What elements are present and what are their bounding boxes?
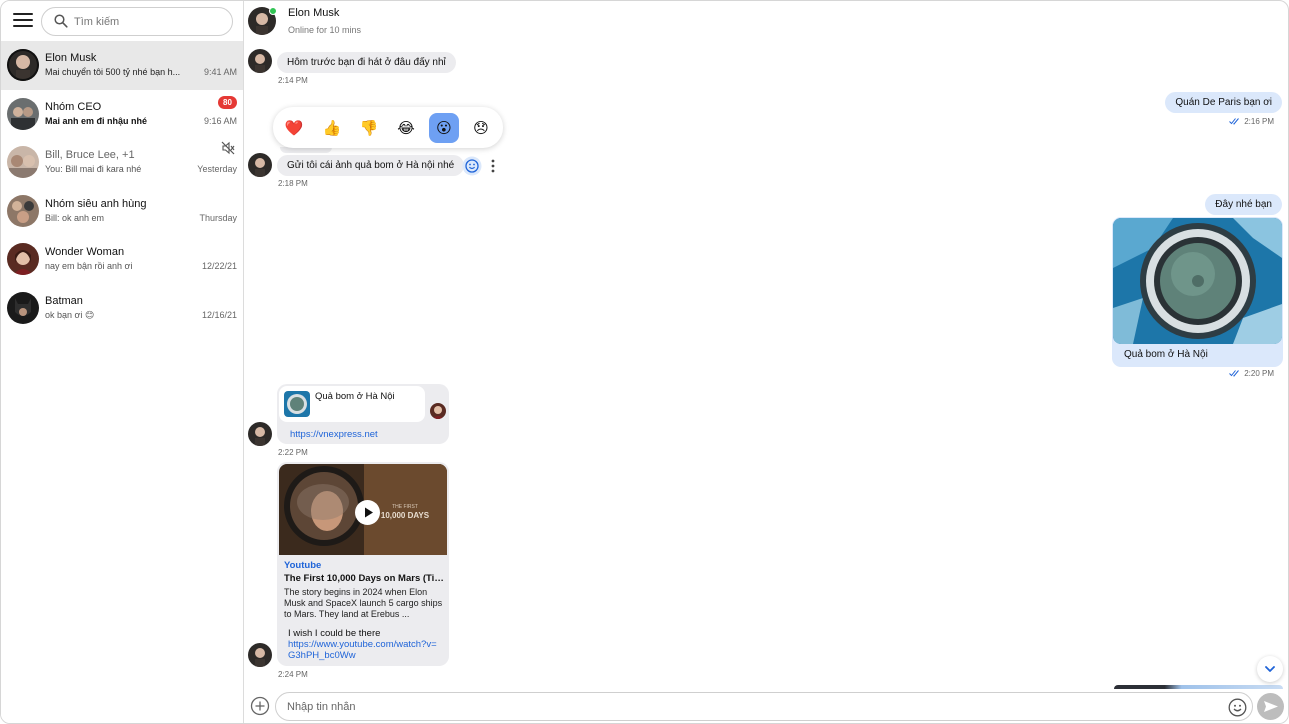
conversation-item[interactable]: Nhóm siêu anh hùng Bill: ok anh em Thurs… (1, 187, 243, 236)
chat-contact-name: Elon Musk (288, 7, 340, 19)
link-title[interactable]: The First 10,000 Days on Mars (Tim... (284, 573, 444, 584)
sidebar: Elon Musk Mai chuyển tôi 500 tỷ nhé bạn … (1, 1, 244, 723)
message-time: 2:14 PM (278, 76, 308, 85)
chat-contact-status: Online for 10 mins (288, 25, 362, 35)
double-check-icon (1229, 118, 1240, 126)
muted-icon (221, 141, 235, 155)
conversation-time: Thursday (199, 212, 237, 223)
search-icon (54, 14, 68, 28)
conversation-preview: Bill: ok anh em (45, 212, 105, 223)
send-icon (1264, 701, 1278, 712)
conversation-preview: Mai chuyển tôi 500 tỷ nhé bạn h... (45, 67, 181, 77)
conversation-item[interactable]: Wonder Woman nay em bận rồi anh ơi 12/22… (1, 235, 243, 284)
play-icon (365, 507, 373, 518)
avatar (7, 194, 39, 227)
video-thumbnail[interactable]: THE FIRST 10,000 DAYS (279, 464, 447, 555)
double-check-icon (1229, 370, 1240, 378)
avatar (248, 422, 272, 446)
conversation-name: Wonder Woman (45, 246, 125, 258)
avatar (7, 243, 39, 275)
thumbs-down-icon[interactable]: 👎 (354, 113, 384, 143)
message-time-label: 2:16 PM (1244, 117, 1274, 126)
avatar (248, 49, 272, 73)
thumbnail-text: 10,000 DAYS (381, 511, 430, 520)
quoted-title: Quả bom ở Hà Nội (315, 391, 395, 402)
message-time-label: 2:20 PM (1244, 369, 1274, 378)
conversation-name: Bill, Bruce Lee, +1 (45, 149, 135, 161)
search-box[interactable] (41, 7, 233, 36)
image-message[interactable]: Quả bom ở Hà Nội (1112, 217, 1283, 367)
thumbnail (284, 391, 310, 417)
message-bubble[interactable]: Đây nhé bạn (1205, 194, 1282, 215)
conversation-item[interactable]: Elon Musk Mai chuyển tôi 500 tỷ nhé bạn … (1, 41, 243, 90)
link-description: The story begins in 2024 when Elon Musk … (284, 587, 443, 619)
message-time: 2:22 PM (278, 448, 308, 457)
heart-icon[interactable]: ❤️ (279, 113, 309, 143)
app-window: Elon Musk Mai chuyển tôi 500 tỷ nhé bạn … (0, 0, 1289, 724)
message-input-box[interactable] (275, 692, 1253, 721)
chevron-down-icon (1265, 666, 1275, 672)
message-time: 2:16 PM (1229, 117, 1274, 126)
conversation-time: Yesterday (197, 164, 237, 174)
wow-icon[interactable]: 😮 (429, 113, 459, 143)
conversation-name: Nhóm CEO (45, 100, 102, 113)
avatar (7, 97, 39, 130)
message-input[interactable] (287, 698, 1187, 716)
message-bubble[interactable]: Hôm trước bạn đi hát ở đâu đấy nhỉ (277, 52, 456, 73)
conversation-time: 9:41 AM (203, 67, 237, 77)
avatar (248, 153, 272, 177)
more-options-icon[interactable] (490, 159, 496, 173)
add-attachment-icon[interactable] (250, 696, 270, 716)
bomb-photo[interactable] (1113, 218, 1282, 344)
play-button[interactable] (355, 500, 380, 525)
thumbs-up-icon[interactable]: 👍 (317, 113, 347, 143)
conversation-name: Batman (45, 294, 83, 307)
link-source: Youtube (284, 560, 322, 571)
conversation-list: Elon Musk Mai chuyển tôi 500 tỷ nhé bạn … (1, 41, 243, 332)
conversation-item[interactable]: Bill, Bruce Lee, +1 You: Bill mai đi kar… (1, 138, 243, 187)
message-link[interactable]: https://www.youtube.com/watch?v=G3hPH_bc… (288, 639, 443, 661)
avatar (7, 146, 39, 178)
thumbnail-text: THE FIRST (392, 504, 418, 510)
scroll-to-bottom-button[interactable] (1257, 656, 1283, 682)
emoji-icon[interactable] (1228, 698, 1247, 717)
message-bubble[interactable]: Quán De Paris bạn ơi (1165, 92, 1282, 113)
image-caption: Quả bom ở Hà Nội (1124, 349, 1208, 360)
composer (244, 689, 1288, 723)
conversation-preview: nay em bận rồi anh ơi (45, 261, 133, 271)
avatar (248, 643, 272, 667)
add-reaction-icon[interactable] (462, 156, 482, 176)
conversation-item[interactable]: Batman ok bạn ơi 😊 12/16/21 (1, 284, 243, 333)
avatar (430, 403, 446, 419)
quoted-message[interactable]: Quả bom ở Hà Nội (279, 386, 425, 422)
send-button[interactable] (1257, 693, 1284, 720)
online-indicator (269, 7, 277, 15)
message-time: 2:20 PM (1229, 369, 1274, 378)
chat-panel: Elon Musk Online for 10 mins Hôm trước b… (244, 1, 1288, 723)
conversation-time: 12/22/21 (201, 261, 237, 271)
video-link-message[interactable]: THE FIRST 10,000 DAYS Youtube The First … (277, 462, 449, 666)
message-time: 2:18 PM (278, 179, 308, 188)
laugh-icon[interactable]: 😂 (391, 113, 421, 143)
search-input[interactable] (74, 12, 224, 32)
reaction-picker: ❤️ 👍 👎 😂 😮 😞 (273, 107, 503, 148)
conversation-name: Elon Musk (45, 52, 97, 64)
unread-badge: 80 (218, 95, 237, 109)
conversation-preview: You: Bill mai đi kara nhé (45, 164, 142, 174)
avatar (7, 49, 39, 81)
message-link[interactable]: https://vnexpress.net (290, 429, 378, 440)
avatar (7, 291, 39, 324)
conversation-name: Nhóm siêu anh hùng (45, 197, 147, 210)
message-time: 2:24 PM (278, 670, 308, 679)
conversation-time: 12/16/21 (201, 309, 237, 320)
sad-icon[interactable]: 😞 (466, 113, 496, 143)
conversation-item[interactable]: Nhóm CEO Mai anh em đi nhậu nhé 80 9:16 … (1, 90, 243, 139)
message-bubble[interactable]: Gửi tôi cái ảnh quả bom ở Hà nội nhé (277, 155, 465, 176)
message-text: I wish I could be there (288, 628, 381, 639)
menu-icon[interactable] (13, 13, 33, 29)
link-message[interactable]: Quả bom ở Hà Nội https://vnexpress.net (277, 384, 449, 444)
conversation-time: 9:16 AM (203, 115, 237, 126)
conversation-preview: ok bạn ơi 😊 (45, 309, 95, 320)
conversation-preview: Mai anh em đi nhậu nhé (45, 115, 148, 126)
